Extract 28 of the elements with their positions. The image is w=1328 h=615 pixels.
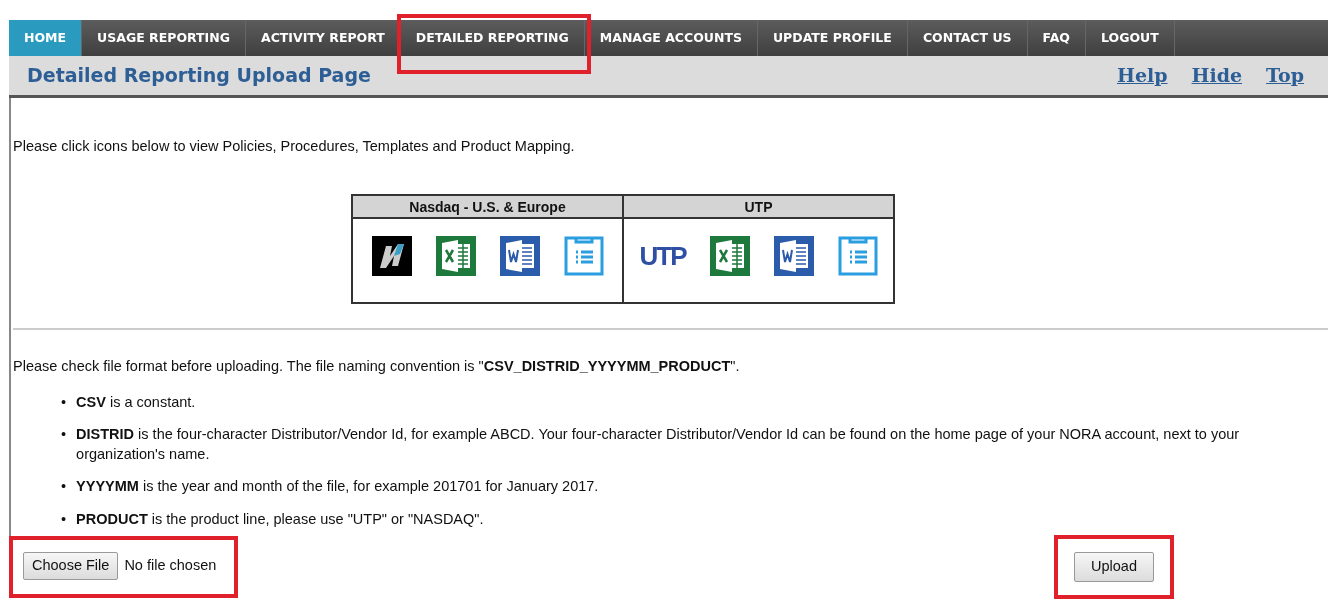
group-header: UTP [624, 195, 893, 219]
rule-item: PRODUCT is the product line, please use "UTP" or "NASDAQ". [76, 509, 484, 529]
rule-item: YYYYMM is the year and month of the file, for example 201701 for January 2017. [76, 477, 599, 497]
page-title: Detailed Reporting Upload Page [27, 63, 371, 89]
logo-icon[interactable] [371, 235, 412, 276]
header-link[interactable]: Top [1266, 64, 1304, 87]
group-header: Nasdaq - U.S. & Europe [353, 195, 622, 219]
bullet-mark: • [61, 392, 67, 412]
choose-file-button[interactable]: Choose File [23, 552, 119, 580]
spreadsheet-icon[interactable] [435, 235, 476, 276]
document-icon[interactable] [773, 235, 814, 276]
utp-logo-icon[interactable]: UTP [639, 235, 686, 276]
format-note: Please check file format before uploading. The file naming convention is "CSV_DISTRID_YYYYMM_PRODUCT". [13, 356, 741, 376]
intro-text: Please click icons below to view Policies, Procedures, Templates and Product Mapping. [13, 137, 576, 156]
list-icon[interactable] [837, 235, 878, 276]
header-link[interactable]: Hide [1191, 64, 1243, 87]
spreadsheet-icon[interactable] [709, 235, 750, 276]
document-icon[interactable] [499, 235, 540, 276]
rule-item: DISTRID is the four-character Distributor/Vendor Id, for example ABCD. Your four-character Distributor/Vendor Id can be found on the home page of your NORA account, next to your organization's name. [76, 424, 1241, 465]
list-icon[interactable] [563, 235, 604, 276]
rule-item: CSV is a constant. [76, 392, 196, 412]
upload-button[interactable]: Upload [1074, 552, 1154, 582]
file-status: No file chosen [124, 556, 217, 575]
bullet-mark: • [61, 509, 67, 529]
file-picker[interactable]: Choose File No file chosen [13, 540, 235, 594]
bullet-mark: • [61, 477, 67, 497]
bullet-mark: • [61, 424, 67, 444]
header-link[interactable]: Help [1117, 64, 1168, 87]
